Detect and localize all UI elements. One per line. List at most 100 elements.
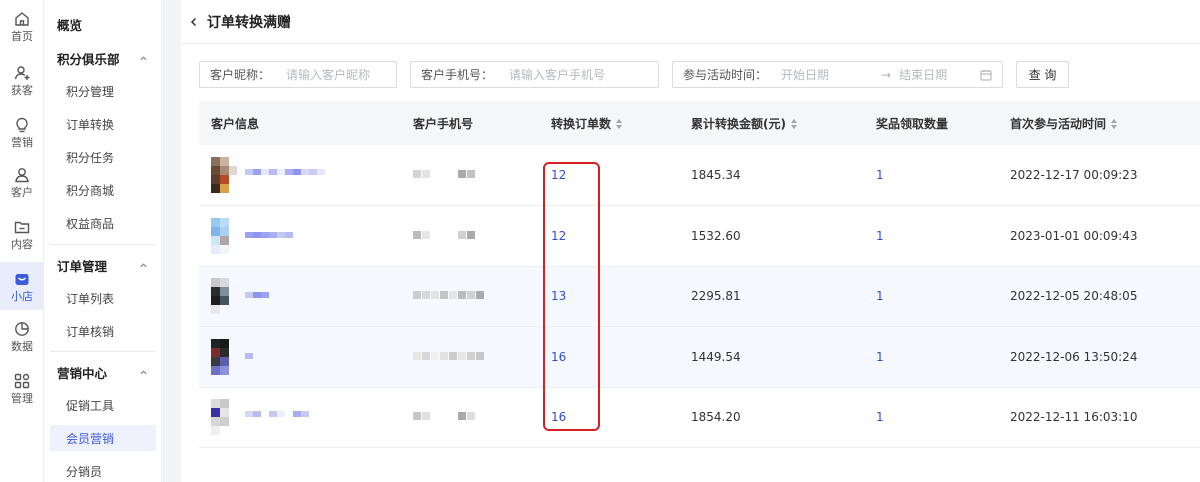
total-amount: 1449.54 xyxy=(691,349,741,364)
subnav-group-points-club[interactable]: 积分俱乐部 xyxy=(44,45,162,71)
page-title: 订单转换满赠 xyxy=(207,14,291,31)
filter-label: 参与活动时间： xyxy=(683,68,768,82)
rail-label: 小店 xyxy=(11,289,33,303)
secondary-nav: 概览 积分俱乐部 积分管理 订单转换 积分任务 积分商城 权益商品 订单管理 订… xyxy=(44,0,162,482)
avatar xyxy=(211,278,237,315)
avatar xyxy=(211,217,237,254)
subnav-item-order-convert[interactable]: 订单转换 xyxy=(50,111,156,137)
col-total-amount[interactable]: 累计转换金额(元) xyxy=(679,101,864,145)
phone-input[interactable]: 请输入客户手机号 xyxy=(509,66,605,83)
app-root: 首页 获客 营销 客户 内容 小店 数据 管理 概览 积分俱乐部 积分管理 订单… xyxy=(0,0,1200,482)
query-button[interactable]: 查 询 xyxy=(1016,61,1069,88)
rail-item-manage[interactable]: 管理 xyxy=(0,364,44,412)
start-date-input[interactable]: 开始日期 xyxy=(781,66,829,83)
divider xyxy=(50,244,156,245)
rail-label: 内容 xyxy=(11,237,33,251)
subnav-item-order-list[interactable]: 订单列表 xyxy=(50,285,156,311)
table-row: 12 1532.60 1 2023-01-01 00:09:43 xyxy=(199,206,1200,267)
blurred-phone xyxy=(413,351,539,362)
subnav-group-label: 积分俱乐部 xyxy=(57,51,120,67)
prize-count-link[interactable]: 1 xyxy=(864,327,998,388)
main-panel: 订单转换满赠 客户昵称： 请输入客户昵称 客户手机号： 请输入客户手机号 参与活… xyxy=(181,0,1200,482)
home-icon xyxy=(15,11,29,26)
avatar xyxy=(211,338,237,375)
subnav-group-label: 订单管理 xyxy=(57,258,108,274)
subnav-group-marketing-center[interactable]: 营销中心 xyxy=(44,359,162,385)
subnav-item-order-verify[interactable]: 订单核销 xyxy=(50,318,156,344)
table-row: 16 1449.54 1 2022-12-06 13:50:24 xyxy=(199,326,1200,388)
subnav-item-points-task[interactable]: 积分任务 xyxy=(50,144,156,170)
filter-label: 客户昵称： xyxy=(210,68,271,82)
shop-icon xyxy=(15,273,29,285)
subnav-overview[interactable]: 概览 xyxy=(50,11,156,37)
prize-count-link[interactable]: 1 xyxy=(864,387,998,448)
rail-item-acquire[interactable]: 获客 xyxy=(0,56,44,104)
nickname-input[interactable]: 请输入客户昵称 xyxy=(286,66,370,83)
col-prize-count: 奖品领取数量 xyxy=(876,116,949,131)
first-join-time: 2022-12-17 00:09:23 xyxy=(1010,168,1138,182)
subnav-item-member-marketing[interactable]: 会员营销 xyxy=(50,425,156,451)
end-date-input[interactable]: 结束日期 xyxy=(899,66,947,83)
rail-item-home[interactable]: 首页 xyxy=(0,2,44,50)
rail-item-customer[interactable]: 客户 xyxy=(0,158,44,206)
date-range-filter[interactable]: 参与活动时间： 开始日期 → 结束日期 xyxy=(672,61,1003,88)
phone-filter[interactable]: 客户手机号： 请输入客户手机号 xyxy=(410,61,659,88)
total-amount: 2295.81 xyxy=(691,289,741,304)
first-join-time: 2022-12-11 16:03:10 xyxy=(1010,410,1138,425)
first-join-time: 2022-12-05 20:48:05 xyxy=(1010,289,1138,304)
subnav-item-rights-goods[interactable]: 权益商品 xyxy=(50,210,156,236)
rail-label: 营销 xyxy=(11,135,33,149)
order-count-link[interactable]: 13 xyxy=(539,266,679,327)
avatar xyxy=(211,157,237,193)
order-count-link[interactable]: 12 xyxy=(539,145,679,206)
back-button[interactable] xyxy=(185,13,203,31)
nickname-filter[interactable]: 客户昵称： 请输入客户昵称 xyxy=(199,61,397,88)
customer-cell xyxy=(211,399,401,436)
blurred-phone xyxy=(413,230,539,241)
primary-nav: 首页 获客 营销 客户 内容 小店 数据 管理 xyxy=(0,0,44,482)
col-phone: 客户手机号 xyxy=(413,116,474,131)
blurred-phone xyxy=(413,291,539,301)
range-arrow: → xyxy=(881,67,892,82)
customer-cell xyxy=(211,278,401,315)
col-order-count[interactable]: 转换订单数 xyxy=(539,101,679,145)
customer-cell xyxy=(211,217,401,254)
customer-cell xyxy=(211,157,401,193)
chevron-left-icon xyxy=(190,17,197,26)
subnav-item-points-manage[interactable]: 积分管理 xyxy=(50,78,156,104)
blurred-phone xyxy=(413,170,539,180)
subnav-item-points-mall[interactable]: 积分商城 xyxy=(50,177,156,203)
rail-item-data[interactable]: 数据 xyxy=(0,312,44,360)
rail-item-marketing[interactable]: 营销 xyxy=(0,108,44,156)
blurred-phone xyxy=(413,412,539,422)
subnav-group-order-manage[interactable]: 订单管理 xyxy=(44,252,162,278)
rail-label: 首页 xyxy=(11,29,33,43)
subnav-group-label: 营销中心 xyxy=(57,365,108,381)
rail-item-content[interactable]: 内容 xyxy=(0,210,44,258)
sort-icon[interactable] xyxy=(616,119,623,129)
table-row: 13 2295.81 1 2022-12-05 20:48:05 xyxy=(199,266,1200,327)
chevron-up-icon xyxy=(140,262,147,267)
blurred-nickname xyxy=(245,169,325,181)
prize-count-link[interactable]: 1 xyxy=(864,266,998,327)
customer-cell xyxy=(211,338,401,375)
chevron-up-icon xyxy=(140,55,147,60)
sort-icon[interactable] xyxy=(1111,119,1118,129)
subnav-item-promo-tools[interactable]: 促销工具 xyxy=(50,392,156,418)
table-row: 16 1854.20 1 2022-12-11 16:03:10 xyxy=(199,387,1200,448)
prize-count-link[interactable]: 1 xyxy=(864,145,998,206)
subnav-item-distributor[interactable]: 分销员 xyxy=(50,458,156,482)
rail-item-shop[interactable]: 小店 xyxy=(0,262,44,310)
blurred-nickname xyxy=(245,231,325,240)
order-count-link[interactable]: 12 xyxy=(539,206,679,267)
prize-count-link[interactable]: 1 xyxy=(864,206,998,267)
col-customer-info: 客户信息 xyxy=(211,116,260,131)
col-first-join-time[interactable]: 首次参与活动时间 xyxy=(998,101,1200,145)
customer-table: 客户信息 客户手机号 转换订单数 累计转换金额(元) 奖品领取数量 首次参与活动… xyxy=(199,101,1200,448)
order-count-link[interactable]: 16 xyxy=(539,387,679,448)
rail-label: 数据 xyxy=(11,339,33,353)
sort-icon[interactable] xyxy=(790,119,797,129)
order-count-link[interactable]: 16 xyxy=(539,327,679,388)
table-header-row: 客户信息 客户手机号 转换订单数 累计转换金额(元) 奖品领取数量 首次参与活动… xyxy=(199,101,1200,145)
total-amount: 1532.60 xyxy=(691,228,741,243)
